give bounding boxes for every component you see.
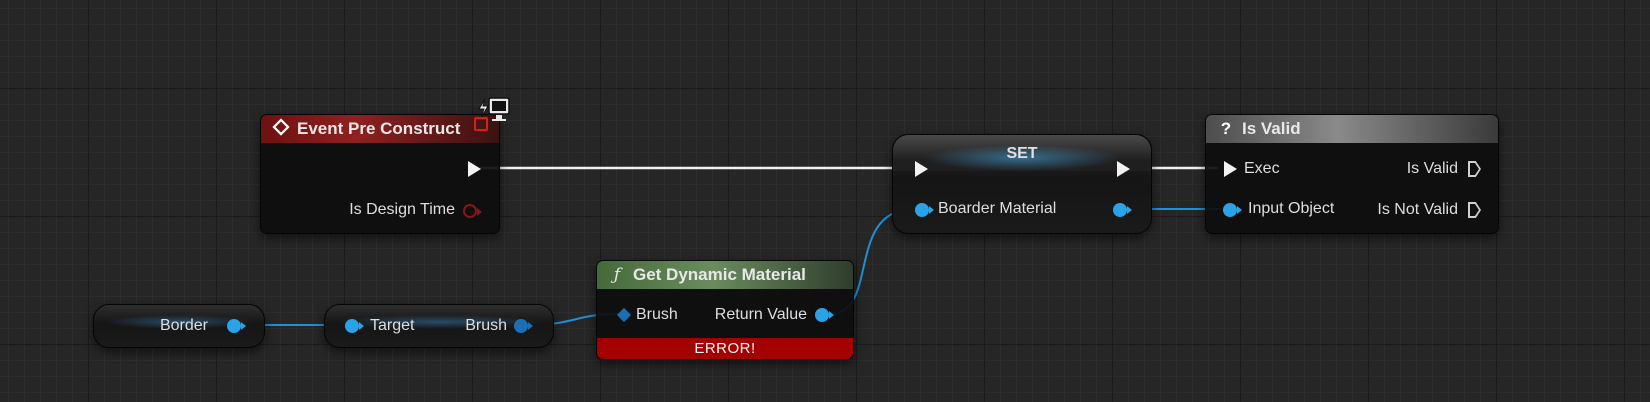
question-mark-icon: ? (1220, 119, 1232, 138)
border-label: Border (159, 317, 208, 334)
is-valid-out-label: Is Valid (1406, 160, 1458, 177)
brush-getter-node[interactable]: Target Brush (324, 304, 554, 348)
get-dynamic-material-title: Get Dynamic Material (633, 265, 806, 284)
set-node-title: SET (1006, 145, 1038, 162)
is-not-valid-exec-out-pin[interactable] (1468, 202, 1481, 218)
brush-out-pin[interactable] (514, 319, 533, 333)
brush-in-pin[interactable] (616, 307, 632, 323)
monitor-lightning-icon (474, 96, 512, 131)
error-banner: ERROR! (597, 338, 853, 359)
diamond-event-icon (271, 117, 291, 141)
boarder-material-label: Boarder Material (938, 200, 1057, 217)
is-valid-node-header[interactable]: ? Is Valid (1206, 115, 1498, 143)
event-node-header[interactable]: Event Pre Construct (261, 115, 499, 143)
target-label: Target (370, 317, 415, 334)
is-design-time-pin[interactable] (463, 204, 482, 218)
border-variable-node[interactable]: Border (93, 304, 265, 348)
return-value-label: Return Value (714, 306, 807, 323)
event-exec-out-pin[interactable] (468, 161, 481, 177)
brush-out-label: Brush (465, 317, 507, 334)
get-dynamic-material-header[interactable]: ƒ Get Dynamic Material (597, 261, 853, 289)
return-value-pin[interactable] (815, 308, 834, 322)
set-variable-node[interactable]: SET Boarder Material (892, 134, 1152, 234)
is-valid-node-title: Is Valid (1242, 119, 1301, 138)
is-valid-exec-out-pin[interactable] (1468, 161, 1481, 177)
exec-label: Exec (1244, 160, 1280, 177)
is-design-time-label: Is Design Time (349, 201, 455, 218)
target-pin[interactable] (345, 319, 364, 333)
is-not-valid-out-label: Is Not Valid (1377, 201, 1458, 218)
event-node-title: Event Pre Construct (297, 119, 461, 138)
set-value-out-pin[interactable] (1113, 203, 1132, 217)
border-out-pin[interactable] (227, 319, 246, 333)
is-valid-node[interactable]: ? Is Valid Exec Is Valid Input Object Is… (1205, 114, 1499, 234)
function-icon: ƒ (613, 265, 621, 285)
input-object-pin[interactable] (1223, 203, 1242, 217)
event-pre-construct-node[interactable]: Event Pre Construct Is Design Time (260, 114, 500, 234)
set-exec-out-pin[interactable] (1117, 161, 1130, 177)
is-valid-exec-in-pin[interactable] (1224, 161, 1237, 177)
input-object-label: Input Object (1248, 200, 1335, 217)
brush-in-label: Brush (636, 306, 678, 323)
set-exec-in-pin[interactable] (915, 161, 928, 177)
set-value-in-pin[interactable] (915, 203, 934, 217)
brush-getter-glow (335, 315, 543, 329)
get-dynamic-material-node[interactable]: ƒ Get Dynamic Material Brush Return Valu… (596, 260, 854, 360)
